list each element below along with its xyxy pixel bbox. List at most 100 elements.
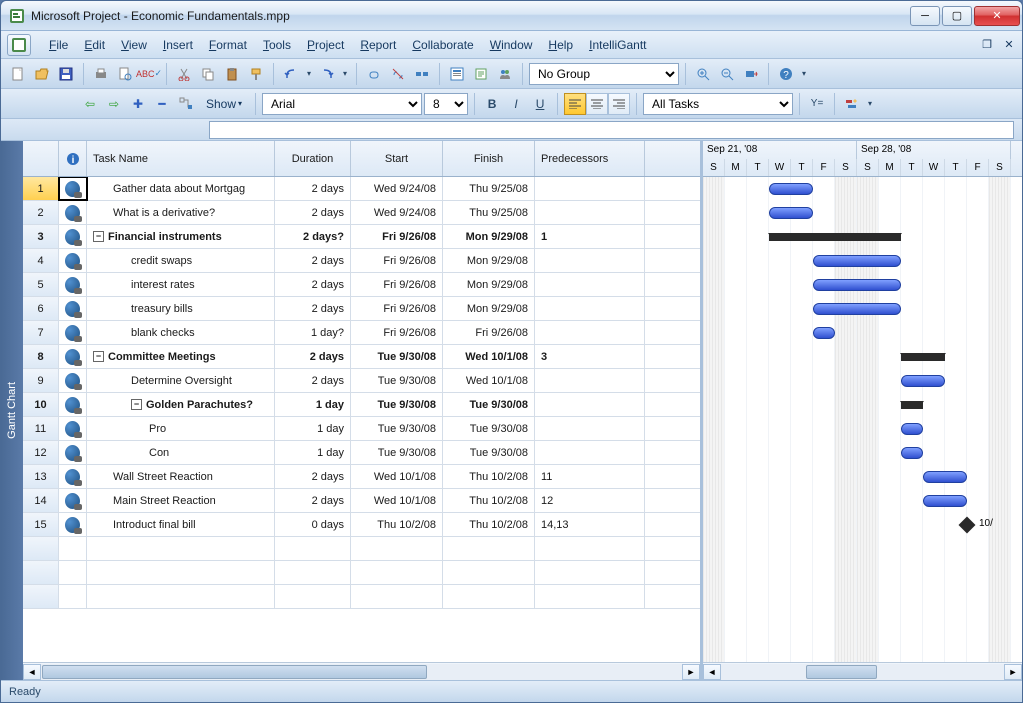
start-cell[interactable]: Fri 9/26/08: [351, 297, 443, 320]
font-select[interactable]: Arial: [262, 93, 422, 115]
row-number[interactable]: [23, 585, 59, 608]
info-cell[interactable]: [59, 441, 87, 464]
finish-cell[interactable]: [443, 537, 535, 560]
summary-bar[interactable]: [901, 353, 945, 361]
task-name-cell[interactable]: −Golden Parachutes?: [87, 393, 275, 416]
row-number[interactable]: 2: [23, 201, 59, 224]
menu-collaborate[interactable]: Collaborate: [404, 35, 481, 55]
align-left-icon[interactable]: [564, 93, 586, 115]
collapse-toggle-icon[interactable]: −: [93, 231, 104, 242]
dur-cell[interactable]: 2 days: [275, 465, 351, 488]
dur-cell[interactable]: [275, 561, 351, 584]
table-row[interactable]: 15Introduct final bill0 daysThu 10/2/08T…: [23, 513, 700, 537]
gantt-hscroll[interactable]: ◄ ►: [703, 662, 1022, 680]
start-cell[interactable]: Fri 9/26/08: [351, 249, 443, 272]
menu-tools[interactable]: Tools: [255, 35, 299, 55]
task-notes-icon[interactable]: [470, 63, 492, 85]
dur-cell[interactable]: 2 days: [275, 249, 351, 272]
pred-cell[interactable]: [535, 585, 645, 608]
finish-cell[interactable]: [443, 585, 535, 608]
row-number[interactable]: 6: [23, 297, 59, 320]
start-cell[interactable]: Wed 9/24/08: [351, 201, 443, 224]
dur-cell[interactable]: 2 days: [275, 489, 351, 512]
task-bar[interactable]: [769, 183, 813, 195]
pred-cell[interactable]: [535, 561, 645, 584]
dur-cell[interactable]: 1 day: [275, 393, 351, 416]
finish-cell[interactable]: Thu 10/2/08: [443, 489, 535, 512]
show-subtasks-icon[interactable]: [175, 93, 197, 115]
toolbar-options-icon[interactable]: ▾: [799, 69, 809, 78]
table-row[interactable]: 2What is a derivative?2 daysWed 9/24/08T…: [23, 201, 700, 225]
table-row[interactable]: [23, 537, 700, 561]
table-row[interactable]: 6treasury bills2 daysFri 9/26/08Mon 9/29…: [23, 297, 700, 321]
row-number[interactable]: 4: [23, 249, 59, 272]
undo-icon[interactable]: [280, 63, 302, 85]
row-number[interactable]: 3: [23, 225, 59, 248]
finish-cell[interactable]: Mon 9/29/08: [443, 273, 535, 296]
menu-report[interactable]: Report: [352, 35, 404, 55]
task-bar[interactable]: [813, 303, 901, 315]
row-number[interactable]: 12: [23, 441, 59, 464]
task-name-cell[interactable]: treasury bills: [87, 297, 275, 320]
task-name-cell[interactable]: Pro: [87, 417, 275, 440]
pred-cell[interactable]: 1: [535, 225, 645, 248]
pred-cell[interactable]: [535, 321, 645, 344]
table-row[interactable]: 12Con1 dayTue 9/30/08Tue 9/30/08: [23, 441, 700, 465]
pred-cell[interactable]: 3: [535, 345, 645, 368]
expand-icon[interactable]: ✚: [127, 93, 149, 115]
maximize-button[interactable]: ▢: [942, 6, 972, 26]
goto-task-icon[interactable]: [740, 63, 762, 85]
info-cell[interactable]: [59, 369, 87, 392]
finish-cell[interactable]: [443, 561, 535, 584]
info-cell[interactable]: [59, 513, 87, 536]
pred-cell[interactable]: [535, 273, 645, 296]
cut-icon[interactable]: [173, 63, 195, 85]
pred-cell[interactable]: [535, 393, 645, 416]
finish-cell[interactable]: Wed 10/1/08: [443, 369, 535, 392]
table-row[interactable]: 11Pro1 dayTue 9/30/08Tue 9/30/08: [23, 417, 700, 441]
task-name-cell[interactable]: What is a derivative?: [87, 201, 275, 224]
info-cell[interactable]: [59, 201, 87, 224]
start-cell[interactable]: [351, 585, 443, 608]
dur-cell[interactable]: [275, 585, 351, 608]
save-icon[interactable]: [55, 63, 77, 85]
row-number[interactable]: 8: [23, 345, 59, 368]
redo-dropdown-icon[interactable]: ▾: [340, 69, 350, 78]
menu-intelligantt[interactable]: IntelliGantt: [581, 35, 654, 55]
grid-hscroll[interactable]: ◄ ►: [23, 662, 700, 680]
open-icon[interactable]: [31, 63, 53, 85]
toolbar2-options-icon[interactable]: ▾: [865, 99, 875, 108]
unlink-icon[interactable]: [387, 63, 409, 85]
autofilter-icon[interactable]: Y=: [806, 93, 828, 115]
view-label[interactable]: Gantt Chart: [1, 141, 23, 680]
info-cell[interactable]: [59, 489, 87, 512]
dur-cell[interactable]: 2 days: [275, 177, 351, 200]
dur-cell[interactable]: 1 day: [275, 441, 351, 464]
task-bar[interactable]: [813, 279, 901, 291]
paste-icon[interactable]: [221, 63, 243, 85]
summary-bar[interactable]: [901, 401, 923, 409]
table-row[interactable]: 3−Financial instruments2 days?Fri 9/26/0…: [23, 225, 700, 249]
header-info[interactable]: i: [59, 141, 87, 176]
row-number[interactable]: [23, 561, 59, 584]
task-bar[interactable]: [813, 255, 901, 267]
align-center-icon[interactable]: [586, 93, 608, 115]
task-name-cell[interactable]: blank checks: [87, 321, 275, 344]
print-icon[interactable]: [90, 63, 112, 85]
menu-view[interactable]: View: [113, 35, 155, 55]
spellcheck-icon[interactable]: ABC✓: [138, 63, 160, 85]
header-finish[interactable]: Finish: [443, 141, 535, 176]
font-size-select[interactable]: 8: [424, 93, 468, 115]
task-name-cell[interactable]: Determine Oversight: [87, 369, 275, 392]
dur-cell[interactable]: 1 day?: [275, 321, 351, 344]
start-cell[interactable]: Tue 9/30/08: [351, 393, 443, 416]
start-cell[interactable]: Fri 9/26/08: [351, 273, 443, 296]
table-row[interactable]: [23, 561, 700, 585]
row-number[interactable]: 13: [23, 465, 59, 488]
info-cell[interactable]: [59, 177, 87, 200]
zoom-out-icon[interactable]: [716, 63, 738, 85]
collapse-icon[interactable]: ━: [151, 93, 173, 115]
split-task-icon[interactable]: [411, 63, 433, 85]
dur-cell[interactable]: 2 days: [275, 297, 351, 320]
start-cell[interactable]: Fri 9/26/08: [351, 225, 443, 248]
